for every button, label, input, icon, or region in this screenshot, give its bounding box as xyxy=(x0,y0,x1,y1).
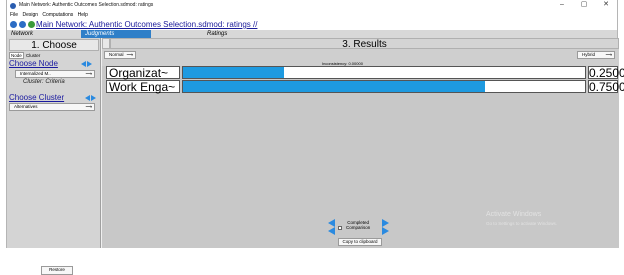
result-row: Organizat~ 0.25000 xyxy=(102,66,624,80)
maximize-button[interactable]: ▢ xyxy=(573,0,595,11)
result-row: Work Enga~ 0.75000 xyxy=(102,80,624,94)
tab-cluster[interactable]: Cluster xyxy=(25,53,41,58)
choose-panel: 1. Choose Node Cluster Choose Node Inter… xyxy=(7,38,101,275)
menu-computations[interactable]: Computations xyxy=(42,12,73,18)
tab-network[interactable]: Network xyxy=(7,30,81,38)
watermark-title: Activate Windows xyxy=(486,211,542,218)
results-header: 3. Results xyxy=(110,38,619,50)
network-path-link[interactable]: Main Network: Authentic Outcomes Selecti… xyxy=(36,19,257,30)
result-label: Work Enga~ xyxy=(106,80,180,93)
menu-file[interactable]: File xyxy=(10,12,18,18)
cluster-select[interactable]: Alternatives ⟶ xyxy=(9,103,95,111)
mode-select-value: Normal xyxy=(109,52,124,57)
home-icon[interactable] xyxy=(28,21,35,28)
cluster-label: Cluster: Criteria xyxy=(23,79,65,85)
result-bar xyxy=(183,67,284,78)
prev-comparison-down-icon[interactable] xyxy=(328,227,335,235)
minimize-button[interactable]: – xyxy=(551,0,573,11)
next-comparison-down-icon[interactable] xyxy=(382,227,389,235)
choose-header: 1. Choose xyxy=(9,39,99,51)
node-select[interactable]: Internalized M.. ⟶ xyxy=(15,70,95,78)
result-bar-track xyxy=(182,66,586,79)
results-chart: Organizat~ 0.25000 Work Enga~ 0.75000 Compl… xyxy=(102,66,624,248)
app-window: Main Network: Authentic Outcomes Selecti… xyxy=(6,0,624,275)
chevron-down-icon: ⟶ xyxy=(126,52,133,57)
chevron-down-icon: ⟶ xyxy=(605,52,612,57)
hybrid-select-value: Hybrid xyxy=(582,52,596,57)
chevron-down-icon: ⟶ xyxy=(85,71,92,76)
chevron-down-icon: ⟶ xyxy=(85,104,92,109)
hybrid-select[interactable]: Hybrid ⟶ xyxy=(577,51,615,59)
tab-node[interactable]: Node xyxy=(9,52,24,59)
tab-bar: Network Judgments Ratings xyxy=(7,30,617,38)
result-value: 0.75000 xyxy=(588,80,624,94)
cluster-nav-arrows-icon[interactable] xyxy=(85,95,97,101)
window-title: Main Network: Authentic Outcomes Selecti… xyxy=(19,2,154,8)
comparison-text: Comparison xyxy=(346,225,371,230)
copy-to-clipboard-button[interactable]: Copy to clipboard xyxy=(338,238,382,246)
result-value: 0.25000 xyxy=(588,66,624,80)
navigation-bar: Main Network: Authentic Outcomes Selecti… xyxy=(7,19,617,30)
result-bar xyxy=(183,81,485,92)
back-icon[interactable] xyxy=(10,21,17,28)
node-nav-arrows-icon[interactable] xyxy=(81,61,93,67)
menu-help[interactable]: Help xyxy=(78,12,88,18)
node-select-value: Internalized M.. xyxy=(20,71,51,76)
tab-judgments[interactable]: Judgments xyxy=(81,30,151,38)
title-bar: Main Network: Authentic Outcomes Selecti… xyxy=(7,0,617,11)
results-panel: 3. Results Normal ⟶ Inconsistency: 0.000… xyxy=(102,38,624,248)
prev-comparison-up-icon[interactable] xyxy=(328,219,335,227)
restore-button[interactable]: Restore xyxy=(41,266,73,275)
result-bar-track xyxy=(182,80,586,93)
close-button[interactable]: ✕ xyxy=(595,0,617,11)
menu-bar: File Design Computations Help xyxy=(7,11,617,19)
cluster-select-value: Alternatives xyxy=(14,104,38,109)
app-icon xyxy=(10,3,16,9)
watermark-subtitle: Go to Settings to activate Windows. xyxy=(486,221,558,226)
forward-icon[interactable] xyxy=(19,21,26,28)
next-comparison-up-icon[interactable] xyxy=(382,219,389,227)
completed-checkbox[interactable] xyxy=(338,226,342,230)
tab-ratings[interactable]: Ratings xyxy=(203,30,263,38)
result-label: Organizat~ xyxy=(106,66,180,79)
choose-node-heading: Choose Node xyxy=(9,59,58,68)
panel-handle[interactable] xyxy=(102,38,110,49)
completed-label: Completed Comparison xyxy=(346,220,370,230)
menu-design[interactable]: Design xyxy=(22,12,38,18)
choose-cluster-heading: Choose Cluster xyxy=(9,93,65,102)
mode-select[interactable]: Normal ⟶ xyxy=(104,51,136,59)
